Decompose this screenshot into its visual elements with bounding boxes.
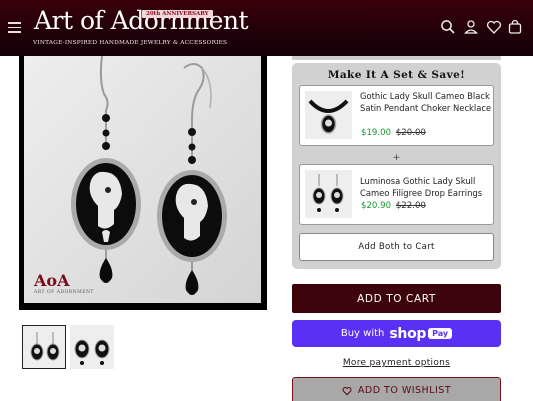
bundle-item-price: $19.00 $20.00 xyxy=(361,128,426,138)
shop-pay-button[interactable]: Buy with shop Pay xyxy=(292,320,501,347)
add-both-to-cart-button[interactable]: Add Both to Cart xyxy=(299,233,494,261)
bundle-item-earrings[interactable]: Luminosa Gothic Lady Skull Cameo Filigre… xyxy=(299,164,494,225)
top-divider xyxy=(292,56,501,60)
bundle-item-name[interactable]: Gothic Lady Skull Cameo Black Satin Pend… xyxy=(360,91,492,114)
bundle-title: Make It A Set & Save! xyxy=(327,69,466,81)
bundle-item-price: $20.90 $22.00 xyxy=(361,201,426,211)
brand-tagline: VINTAGE-INSPIRED HANDMADE JEWELRY & ACCE… xyxy=(33,40,228,46)
earrings-photo: AoA ART OF ADORNMENT xyxy=(24,56,261,303)
more-payment-options-link[interactable]: More payment options xyxy=(292,358,501,368)
bundle-plus-separator: + xyxy=(392,153,401,163)
search-icon[interactable] xyxy=(440,19,456,35)
bundle-item-name[interactable]: Luminosa Gothic Lady Skull Cameo Filigre… xyxy=(360,176,492,199)
anniversary-badge: 20th ANNIVERSARY xyxy=(142,10,213,18)
watermark-logo: AoA ART OF ADORNMENT xyxy=(34,271,94,295)
site-header: Art of Adornment 20th ANNIVERSARY VINTAG… xyxy=(0,0,533,56)
sale-price: $20.90 xyxy=(361,201,392,211)
add-to-cart-button[interactable]: ADD TO CART xyxy=(292,284,501,313)
bundle-item-necklace[interactable]: Gothic Lady Skull Cameo Black Satin Pend… xyxy=(299,85,494,146)
bundle-offer-box: Make It A Set & Save! Gothic Lady Skull … xyxy=(292,63,501,269)
earrings-thumbnail xyxy=(305,170,352,218)
sale-price: $19.00 xyxy=(361,128,392,138)
compare-price: $22.00 xyxy=(395,201,426,211)
product-main-image[interactable]: AoA ART OF ADORNMENT xyxy=(19,56,267,310)
heart-icon xyxy=(342,387,352,396)
add-to-wishlist-button[interactable]: ADD TO WISHLIST xyxy=(292,377,501,401)
wishlist-heart-icon[interactable] xyxy=(486,19,502,35)
wishlist-label: ADD TO WISHLIST xyxy=(357,385,452,396)
shop-pay-badge: Pay xyxy=(428,328,453,339)
cart-icon[interactable] xyxy=(507,19,523,35)
shop-pay-logo: shop xyxy=(389,325,427,342)
thumbnail-1[interactable] xyxy=(22,325,66,369)
menu-icon[interactable] xyxy=(8,22,21,33)
shop-pay-prefix: Buy with xyxy=(340,328,385,339)
necklace-thumbnail xyxy=(305,91,352,139)
thumbnail-2[interactable] xyxy=(70,325,114,369)
account-icon[interactable] xyxy=(463,19,479,35)
compare-price: $20.00 xyxy=(395,128,426,138)
